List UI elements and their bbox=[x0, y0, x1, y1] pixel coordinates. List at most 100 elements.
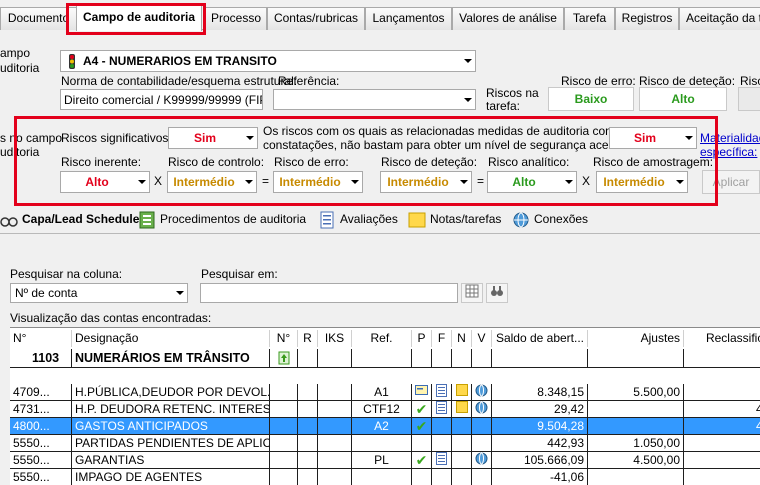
subtab-notas-tarefas[interactable]: Notas/tarefas bbox=[408, 208, 501, 230]
campo-select[interactable]: A4 - NUMERARIOS EM TRANSITO bbox=[60, 50, 476, 72]
risco-detecao-top-label: Risco de deteção: bbox=[639, 74, 736, 88]
cell-iks bbox=[318, 384, 352, 401]
table-row[interactable]: 5550... IMPAGO DE AGENTES -41,06 bbox=[10, 469, 760, 485]
cell-f bbox=[432, 469, 452, 485]
inerente-select[interactable]: Alto bbox=[60, 171, 150, 193]
referencia-select[interactable] bbox=[273, 89, 476, 110]
cell-v bbox=[472, 469, 492, 485]
norma-field[interactable]: Direito comercial / K99999/99999 (FIPEC bbox=[60, 89, 263, 110]
aplicar-button[interactable]: Aplicar bbox=[702, 170, 760, 194]
analitico-select[interactable]: Alto bbox=[487, 171, 577, 193]
cell-ref: A2 bbox=[352, 418, 412, 435]
group-num: 1103 bbox=[10, 349, 72, 368]
tab-documento[interactable]: Documento bbox=[0, 7, 77, 30]
header-reclass[interactable]: Reclassificaç bbox=[684, 330, 760, 347]
cell-reclass bbox=[684, 469, 760, 485]
cell-desc: GASTOS ANTICIPADOS bbox=[72, 418, 270, 435]
tab-processo[interactable]: Processo bbox=[205, 7, 267, 30]
table-row[interactable]: 4800...GASTOS ANTICIPADOS A2✔ 9.504,28 400 bbox=[10, 418, 760, 435]
cell-saldo: -41,06 bbox=[492, 469, 588, 485]
tab-aceitacao[interactable]: Aceitação da t bbox=[679, 7, 760, 30]
cell-reclass bbox=[684, 452, 760, 469]
cell-saldo: 105.666,09 bbox=[492, 452, 588, 469]
controlo-label: Risco de controlo: bbox=[168, 155, 265, 169]
header-v[interactable]: V bbox=[472, 330, 492, 347]
tab-valores-de-analise[interactable]: Valores de análise bbox=[452, 7, 564, 30]
header-saldo[interactable]: Saldo de abert... bbox=[492, 330, 588, 347]
chevron-down-icon bbox=[685, 136, 693, 140]
detecao-select[interactable]: Intermédio bbox=[380, 171, 472, 193]
header-iks[interactable]: IKS bbox=[318, 330, 352, 347]
cell-r bbox=[298, 469, 318, 485]
cell-ajustes: 5.500,00 bbox=[588, 384, 684, 401]
cell-ajustes bbox=[588, 418, 684, 435]
export-arrow-icon bbox=[278, 351, 289, 365]
tab-lancamentos[interactable]: Lançamentos bbox=[365, 7, 452, 30]
cell-desc: PARTIDAS PENDIENTES DE APLIC... bbox=[72, 435, 270, 452]
header-ajustes[interactable]: Ajustes bbox=[588, 330, 684, 347]
subtab-capa-lead-schedule[interactable]: Capa/Lead Schedule bbox=[0, 208, 139, 230]
sticky-note-icon bbox=[455, 384, 468, 396]
referencia-label: Referência: bbox=[278, 74, 340, 88]
cell-ref: CTF12 bbox=[352, 401, 412, 418]
header-ref[interactable]: Ref. bbox=[352, 330, 412, 347]
controlo-select[interactable]: Intermédio bbox=[167, 171, 257, 193]
risco-extra-field bbox=[738, 87, 760, 111]
search-column-select[interactable]: Nº de conta bbox=[10, 283, 188, 303]
chevron-down-icon bbox=[245, 180, 253, 184]
risco-erro-top-value: Baixo bbox=[548, 87, 634, 111]
cell-n bbox=[270, 452, 298, 469]
cell-desc: H.P. DEUDORA RETENC. INTERESES bbox=[72, 401, 270, 418]
cell-r bbox=[298, 384, 318, 401]
header-r[interactable]: R bbox=[298, 330, 318, 347]
table-search-button[interactable] bbox=[461, 283, 483, 303]
table-row[interactable]: 5550... PARTIDAS PENDIENTES DE APLIC... 44… bbox=[10, 435, 760, 452]
accounts-grid: N° Designação N° R IKS Ref. P F N V Sald… bbox=[10, 327, 760, 485]
erro-select[interactable]: Intermédio bbox=[273, 171, 363, 193]
grid-icon bbox=[465, 284, 479, 298]
header-n[interactable]: N° bbox=[270, 330, 298, 347]
question-select[interactable]: Sim bbox=[609, 127, 697, 149]
cell-p: ✔ bbox=[412, 418, 432, 435]
search-input[interactable] bbox=[200, 283, 458, 303]
subtab-procedimentos[interactable]: Procedimentos de auditoria bbox=[138, 208, 306, 230]
cell-v bbox=[472, 435, 492, 452]
table-row[interactable]: 4709... H.PÚBLICA,DEUDOR POR DEVOL. I... A… bbox=[10, 384, 760, 401]
cell-desc: IMPAGO DE AGENTES bbox=[72, 469, 270, 485]
detecao-label: Risco de deteção: bbox=[381, 155, 478, 169]
cell-reclass bbox=[684, 384, 760, 401]
tab-contas-rubricas[interactable]: Contas/rubricas bbox=[267, 7, 365, 30]
cell-f bbox=[432, 401, 452, 418]
tab-campo-de-auditoria[interactable]: Campo de auditoria bbox=[76, 3, 202, 31]
op-times-1: X bbox=[154, 174, 163, 188]
table-row[interactable]: 5550... GARANTIAS PL ✔ 105.666,09 4.500,00 bbox=[10, 452, 760, 469]
header-f[interactable]: F bbox=[432, 330, 452, 347]
chevron-down-icon bbox=[464, 59, 472, 63]
subtab-conexoes[interactable]: Conexões bbox=[512, 208, 588, 230]
campo-label-2: uditoria bbox=[0, 61, 40, 75]
amostragem-select[interactable]: Intermédio bbox=[596, 171, 688, 193]
cell-n bbox=[270, 435, 298, 452]
significativos-select[interactable]: Sim bbox=[168, 127, 258, 149]
binoculars-button[interactable] bbox=[486, 283, 508, 303]
header-designacao[interactable]: Designação bbox=[72, 330, 270, 347]
group-row[interactable]: 1103 NUMERÁRIOS EM TRÂNSITO bbox=[10, 349, 760, 368]
cell-ref bbox=[352, 435, 412, 452]
search-label: Pesquisar em: bbox=[201, 267, 278, 281]
header-n2[interactable]: N bbox=[452, 330, 472, 347]
document-icon bbox=[436, 401, 447, 414]
table-row[interactable]: 4731... H.P. DEUDORA RETENC. INTERESES CTF… bbox=[10, 401, 760, 418]
header-p[interactable]: P bbox=[412, 330, 432, 347]
cell-n bbox=[270, 401, 298, 418]
header-num[interactable]: N° bbox=[10, 330, 72, 347]
group-p bbox=[412, 349, 432, 368]
referencia-value bbox=[274, 90, 459, 109]
tab-registros[interactable]: Registros bbox=[615, 7, 679, 30]
cell-n bbox=[270, 469, 298, 485]
materialidade-link-1[interactable]: Materialidade bbox=[700, 131, 760, 145]
tab-tarefa[interactable]: Tarefa bbox=[564, 7, 615, 30]
subtab-avaliacoes[interactable]: Avaliações bbox=[318, 208, 398, 230]
group-f bbox=[432, 349, 452, 368]
amostragem-label: Risco de amostragem: bbox=[593, 155, 714, 169]
op-equals-2: = bbox=[477, 174, 485, 188]
